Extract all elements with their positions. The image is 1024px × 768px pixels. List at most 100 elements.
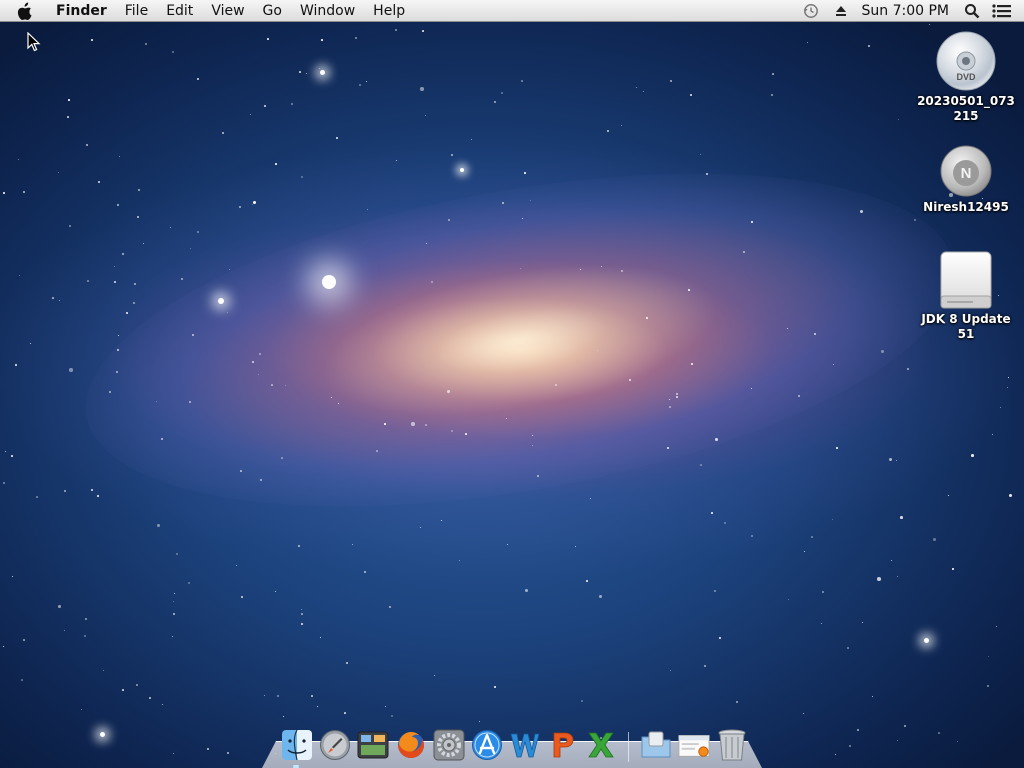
star: [301, 613, 303, 615]
dock-downloads[interactable]: [677, 728, 711, 762]
star: [11, 455, 13, 457]
star: [743, 251, 745, 253]
star: [952, 568, 954, 570]
star: [376, 450, 378, 452]
dock-mission-control[interactable]: [356, 728, 390, 762]
star: [173, 753, 175, 755]
star: [751, 221, 753, 223]
apple-menu-icon[interactable]: [17, 2, 35, 20]
dock: [262, 718, 762, 768]
menu-go[interactable]: Go: [254, 0, 291, 22]
wallpaper-galaxy: [60, 115, 980, 565]
star: [346, 662, 348, 664]
dock-powerpoint[interactable]: [546, 728, 580, 762]
time-machine-icon[interactable]: [801, 2, 821, 20]
dock-system-preferences[interactable]: [432, 728, 466, 762]
star: [877, 577, 881, 581]
star: [788, 599, 790, 601]
desktop-icon-install-disk[interactable]: N Niresh12495: [916, 144, 1016, 215]
star: [881, 350, 884, 353]
star: [174, 593, 176, 595]
dock-firefox[interactable]: [394, 728, 428, 762]
menu-window[interactable]: Window: [291, 0, 364, 22]
dock-excel[interactable]: [584, 728, 618, 762]
notification-center-icon[interactable]: [992, 2, 1012, 20]
eject-icon[interactable]: [831, 2, 851, 20]
star: [367, 209, 369, 211]
star: [91, 39, 93, 41]
star: [355, 37, 357, 39]
star: [134, 283, 136, 285]
star: [714, 590, 716, 592]
star: [277, 695, 279, 697]
trash-icon: [718, 729, 746, 761]
desktop-icon-drive[interactable]: JDK 8 Update 51: [916, 250, 1016, 342]
star: [241, 596, 243, 598]
menu-edit[interactable]: Edit: [157, 0, 202, 22]
star: [494, 686, 497, 689]
star: [441, 520, 443, 522]
install-disk-icon: N: [940, 145, 992, 197]
star: [772, 73, 774, 75]
menu-app-finder[interactable]: Finder: [47, 0, 116, 22]
dock-launchpad[interactable]: [318, 728, 352, 762]
menubar-clock[interactable]: Sun 7:00 PM: [856, 3, 958, 19]
star: [804, 551, 806, 553]
star: [471, 139, 473, 141]
star: [494, 101, 497, 104]
star: [229, 269, 231, 271]
star: [599, 595, 603, 599]
dock-applications-folder[interactable]: [639, 728, 673, 762]
star: [872, 696, 874, 698]
star: [868, 45, 870, 47]
star: [299, 71, 301, 73]
dock-finder[interactable]: [280, 728, 314, 762]
star: [176, 553, 178, 555]
star: [669, 406, 671, 408]
star: [700, 464, 702, 466]
star: [336, 137, 338, 139]
star: [434, 675, 436, 677]
dock-app-store[interactable]: [470, 728, 504, 762]
star: [64, 490, 66, 492]
star: [319, 68, 321, 70]
dock-trash[interactable]: [715, 728, 749, 762]
star: [502, 202, 504, 204]
dock-word[interactable]: [508, 728, 542, 762]
star: [317, 706, 319, 708]
desktop-icon-dvd[interactable]: DVD 20230501_073215: [916, 30, 1016, 124]
spotlight-search-icon[interactable]: [962, 2, 982, 20]
star: [15, 364, 18, 367]
star: [58, 605, 61, 608]
star: [21, 679, 23, 681]
star: [670, 80, 672, 82]
desktop[interactable]: Finder File Edit View Go Window Help Sun…: [0, 0, 1024, 768]
star: [646, 317, 648, 319]
star: [621, 125, 623, 127]
star: [188, 582, 191, 585]
star: [52, 297, 54, 299]
star: [715, 438, 718, 441]
star: [700, 154, 702, 156]
star: [896, 460, 898, 462]
star: [58, 172, 60, 174]
dock-separator: [628, 732, 629, 762]
star: [391, 715, 394, 718]
star: [425, 115, 427, 117]
star: [36, 496, 38, 498]
star: [161, 438, 163, 440]
star: [359, 84, 362, 87]
dvd-disc-icon: DVD: [936, 31, 996, 91]
star: [555, 384, 557, 386]
menu-help[interactable]: Help: [364, 0, 414, 22]
menu-view[interactable]: View: [202, 0, 253, 22]
star: [636, 87, 637, 88]
downloads-stack-icon: [678, 735, 710, 757]
star: [581, 700, 583, 702]
star: [114, 266, 116, 268]
star: [862, 622, 864, 624]
star: [23, 191, 26, 194]
star: [81, 709, 83, 711]
bright-star: [322, 275, 336, 289]
menu-file[interactable]: File: [116, 0, 157, 22]
